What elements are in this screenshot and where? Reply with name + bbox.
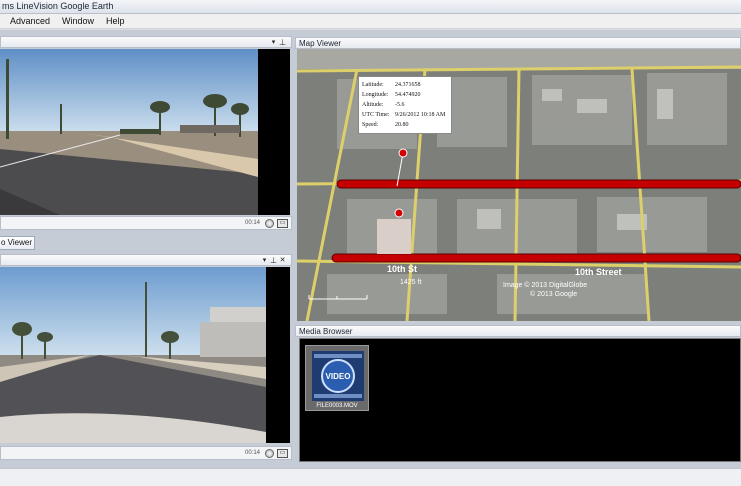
tab-video-viewer-label: o Viewer: [1, 238, 32, 247]
menu-help[interactable]: Help: [106, 16, 125, 26]
map-viewer-title: Map Viewer: [299, 39, 342, 48]
video-1-time: 00:14: [244, 220, 260, 226]
dropdown-icon[interactable]: ▾: [260, 256, 269, 264]
popup-row-altitude: Altitude: -5.6: [362, 102, 405, 108]
popup-row-speed: Speed: 20.80: [362, 122, 409, 128]
tab-video-viewer[interactable]: o Viewer: [0, 236, 35, 250]
location-popup: Latitude: 24.371658 Longitude: 54.474920 A…: [358, 76, 452, 134]
map-attribution-google: © 2013 Google: [530, 291, 578, 298]
popup-row-latitude: Latitude: 24.371658: [362, 82, 421, 88]
video-1-controls: 00:14 ▭: [0, 216, 292, 230]
volume-icon[interactable]: [265, 448, 274, 458]
pin-icon[interactable]: ⊥: [278, 38, 287, 47]
popup-row-longitude: Longitude: 54.474920: [362, 92, 421, 98]
popup-row-utc-time: UTC Time: 9/26/2012 10:18 AM: [362, 112, 446, 118]
map-scale-label: 1425 ft: [400, 279, 422, 286]
menu-bar: Advanced Window Help: [0, 14, 741, 29]
volume-icon[interactable]: [265, 218, 274, 228]
pin-icon[interactable]: ⊥: [269, 256, 278, 265]
dropdown-icon[interactable]: ▾: [269, 38, 278, 46]
status-bar: [0, 468, 741, 486]
media-filename: FILE0003.MOV: [316, 403, 358, 409]
window-title: ms LineVision Google Earth: [2, 1, 114, 11]
window-title-bar: ms LineVision Google Earth: [0, 0, 741, 14]
fullscreen-icon[interactable]: ▭: [277, 448, 288, 458]
map-attribution-imagery: Image © 2013 DigitalGlobe: [503, 282, 588, 289]
media-browser-header: Media Browser: [295, 325, 741, 337]
media-browser-title: Media Browser: [299, 327, 353, 336]
street-label-10th-street: 10th Street: [575, 267, 622, 277]
video-viewer-1-header: ▾ ⊥: [0, 36, 292, 48]
media-browser: VIDEO FILE0003.MOV: [299, 338, 741, 462]
menu-window[interactable]: Window: [62, 16, 94, 26]
fullscreen-icon[interactable]: ▭: [277, 218, 288, 228]
map-viewer-header: Map Viewer: [295, 37, 741, 49]
menu-advanced[interactable]: Advanced: [10, 16, 50, 26]
video-viewer-2[interactable]: [0, 267, 290, 443]
video-viewer-2-header: ▾ ⊥ ✕: [0, 254, 292, 266]
close-icon[interactable]: ✕: [278, 256, 287, 264]
dashcam-frame-1: [0, 49, 290, 215]
video-viewer-1[interactable]: [0, 49, 290, 215]
dashcam-frame-2: [0, 267, 290, 443]
media-thumbnail[interactable]: VIDEO FILE0003.MOV: [305, 345, 369, 411]
street-label-10th-st: 10th St: [387, 264, 418, 274]
video-badge-text: VIDEO: [326, 372, 351, 381]
video-file-icon: VIDEO: [312, 351, 364, 401]
video-2-controls: 00:14 ▭: [0, 446, 292, 460]
video-2-time: 00:14: [244, 450, 260, 456]
